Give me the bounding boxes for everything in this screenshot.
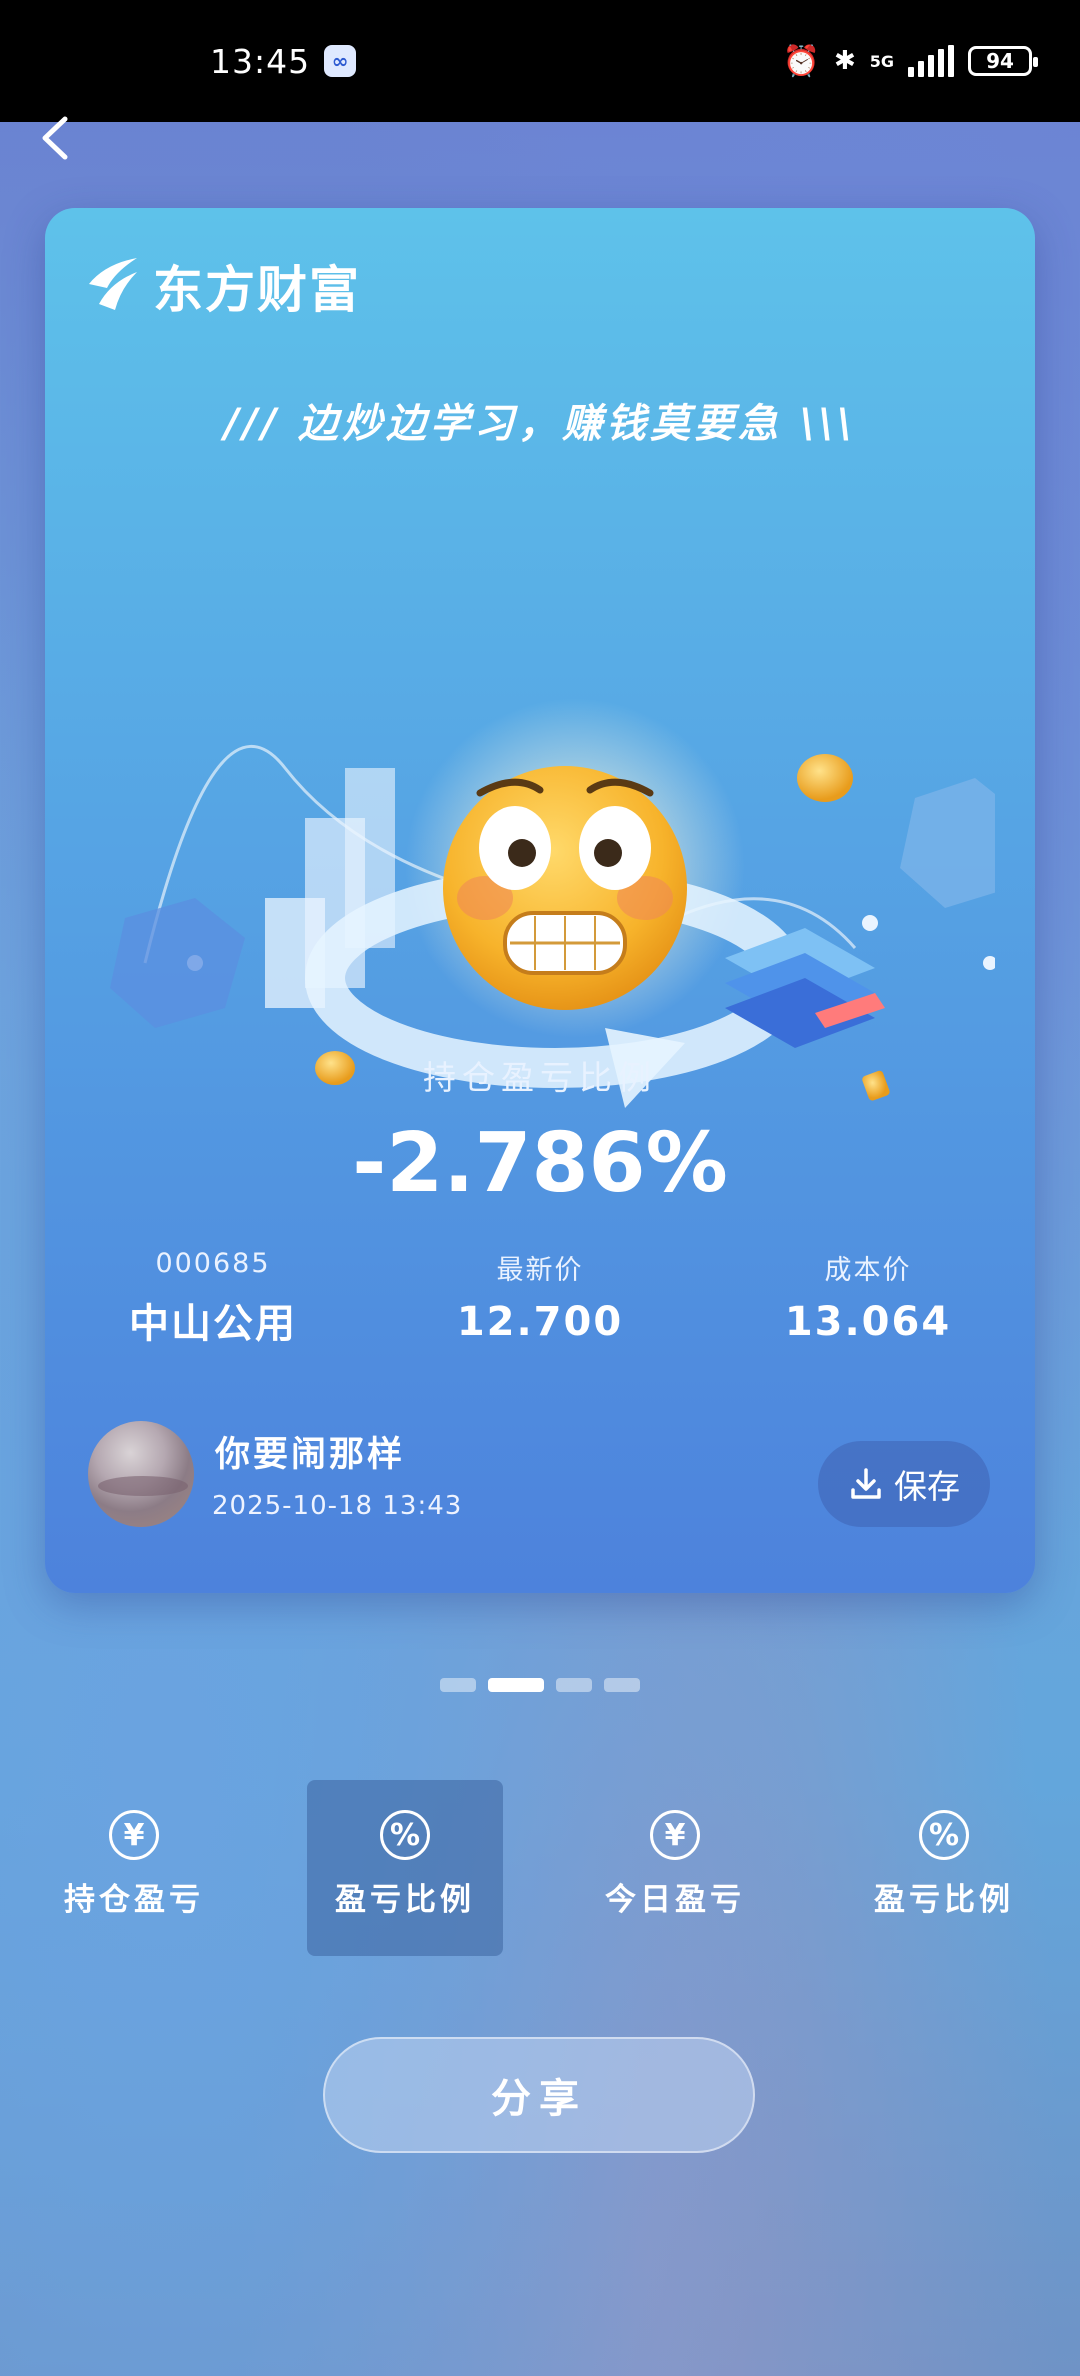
tab-today-pnl[interactable]: ¥ 今日盈亏 — [577, 1780, 773, 1956]
slogan: /// 边炒边学习，赚钱莫要急 \\\ — [224, 401, 856, 447]
stock-name: 中山公用 — [129, 1301, 297, 1347]
page-indicator — [0, 1678, 1080, 1692]
template-tabs: ¥ 持仓盈亏 % 盈亏比例 ¥ 今日盈亏 % 盈亏比例 — [0, 1780, 1080, 1956]
yen-icon: ¥ — [650, 1810, 700, 1860]
latest-price-value: 12.700 — [456, 1299, 624, 1345]
network-type-icon: 5G — [869, 51, 894, 71]
tab-label: 盈亏比例 — [335, 1882, 475, 1918]
chevron-left-icon — [42, 116, 68, 160]
username: 你要闹那样 — [215, 1435, 406, 1475]
stock-code: 000685 — [155, 1248, 271, 1279]
status-time: 13:45 — [210, 41, 311, 81]
eastmoney-logo-icon — [85, 254, 141, 318]
yen-icon: ¥ — [109, 1810, 159, 1860]
bluetooth-icon: ✱ — [833, 46, 856, 76]
status-icons: ⏰ ✱ 5G 94 — [782, 43, 1038, 79]
avatar — [88, 1421, 194, 1527]
back-button[interactable] — [30, 108, 80, 168]
status-bar: 13:45 ∞ ⏰ ✱ 5G 94 — [0, 0, 1080, 122]
save-label: 保存 — [894, 1467, 960, 1506]
emoji-illustration — [110, 698, 995, 1108]
percent-icon: % — [919, 1810, 969, 1860]
page-dot[interactable] — [556, 1678, 592, 1692]
download-icon — [851, 1468, 881, 1499]
cost-price-label: 成本价 — [824, 1255, 912, 1286]
page-dot[interactable] — [440, 1678, 476, 1692]
tab-label: 持仓盈亏 — [64, 1882, 204, 1918]
app-notification-icon: ∞ — [324, 45, 357, 77]
brand-name: 东方财富 — [153, 261, 361, 319]
page-dot[interactable] — [604, 1678, 640, 1692]
signal-icon — [908, 45, 954, 77]
stock-info: 000685 中山公用 — [63, 1248, 363, 1349]
ratio-value: -2.786% — [352, 1116, 728, 1211]
cost-price-value: 13.064 — [784, 1299, 952, 1345]
latest-price-label: 最新价 — [496, 1255, 584, 1286]
brand: 东方财富 — [85, 250, 361, 322]
tab-label: 今日盈亏 — [605, 1882, 745, 1918]
save-button[interactable]: 保存 — [818, 1441, 990, 1527]
percent-icon: % — [380, 1810, 430, 1860]
page-dot-active[interactable] — [488, 1678, 544, 1692]
tab-pnl-ratio-2[interactable]: % 盈亏比例 — [846, 1780, 1042, 1956]
battery-icon: 94 — [968, 46, 1038, 76]
tab-position-pnl[interactable]: ¥ 持仓盈亏 — [36, 1780, 232, 1956]
share-button[interactable]: 分享 — [323, 2037, 755, 2153]
tab-label: 盈亏比例 — [874, 1882, 1014, 1918]
alarm-icon: ⏰ — [782, 43, 820, 79]
latest-price-info: 最新价 12.700 — [390, 1248, 690, 1345]
share-card: 东方财富 /// 边炒边学习，赚钱莫要急 \\\ 持仓盈亏比例 -2.786% … — [45, 208, 1035, 1593]
cost-price-info: 成本价 13.064 — [718, 1248, 1018, 1345]
timestamp: 2025-10-18 13:43 — [212, 1491, 463, 1521]
tab-pnl-ratio[interactable]: % 盈亏比例 — [307, 1780, 503, 1956]
ratio-label: 持仓盈亏比例 — [423, 1058, 657, 1097]
